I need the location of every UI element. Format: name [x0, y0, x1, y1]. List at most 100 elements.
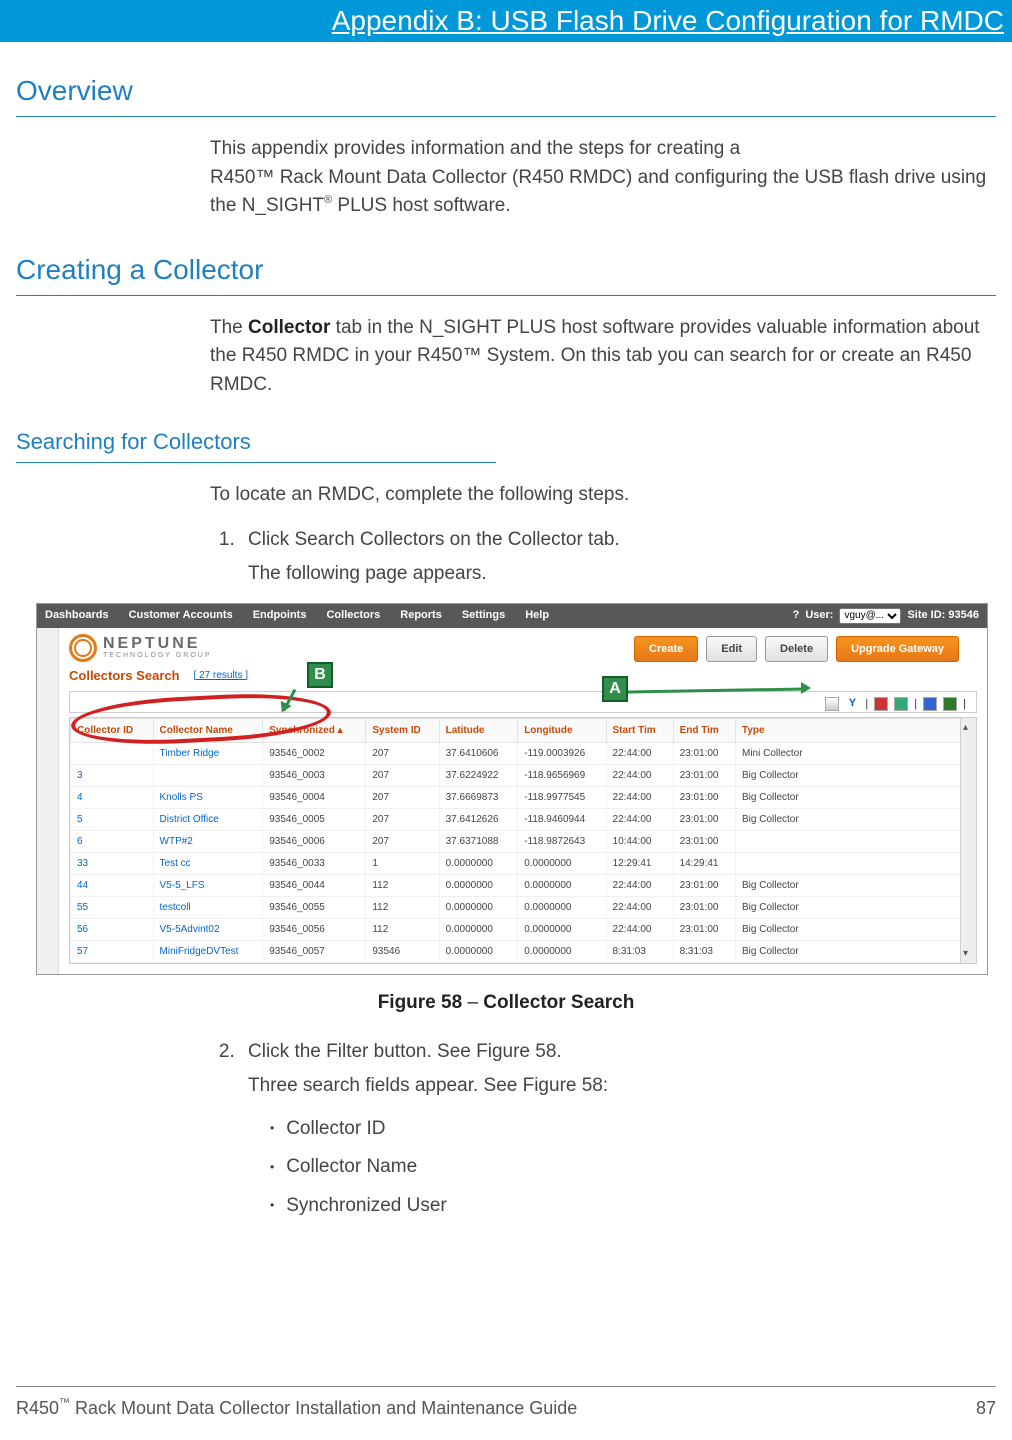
- edit-button[interactable]: Edit: [706, 636, 757, 663]
- footer-tm: ™: [59, 1397, 70, 1409]
- arrow-a-head: [801, 682, 811, 694]
- step-2: Click the Filter button. See Figure 58. …: [240, 1038, 996, 1101]
- step2-a: Click the: [248, 1041, 326, 1062]
- filter-y-icon[interactable]: Y: [845, 697, 859, 711]
- table-cell: 0.0000000: [518, 919, 606, 941]
- figure-title: Collector Search: [483, 992, 634, 1013]
- export-word-icon[interactable]: [923, 697, 937, 711]
- table-cell: 5: [71, 809, 154, 831]
- table-cell: 6: [71, 831, 154, 853]
- table-cell: 0.0000000: [439, 941, 518, 963]
- col-start-time[interactable]: Start Tim: [606, 719, 673, 743]
- table-cell: 10:44:00: [606, 831, 673, 853]
- menu-help[interactable]: Help: [525, 607, 549, 624]
- table-cell: 112: [366, 875, 439, 897]
- step2-c: button. See Figure 58.: [368, 1041, 561, 1062]
- callout-b: B: [307, 662, 333, 688]
- scroll-up-icon[interactable]: ▴: [963, 720, 968, 735]
- col-longitude[interactable]: Longitude: [518, 719, 606, 743]
- logo-icon: [69, 634, 97, 662]
- create-button[interactable]: Create: [634, 636, 698, 663]
- filter-icon[interactable]: [825, 697, 839, 711]
- table-cell: 3: [71, 765, 154, 787]
- search-title: Collectors Search: [69, 666, 180, 686]
- table-row[interactable]: 44V5-5_LFS93546_00441120.00000000.000000…: [71, 875, 976, 897]
- table-cell: 23:01:00: [673, 919, 735, 941]
- table-cell: 8:31:03: [606, 941, 673, 963]
- col-type[interactable]: Type: [736, 719, 976, 743]
- help-icon[interactable]: ?: [793, 607, 800, 624]
- col-collector-name[interactable]: Collector Name: [153, 719, 263, 743]
- step1-sub: The following page appears.: [248, 560, 996, 589]
- table-cell: 112: [366, 919, 439, 941]
- bullet-collector-id: Collector ID: [270, 1115, 1012, 1144]
- table-cell: 93546_0003: [263, 765, 366, 787]
- table-cell: 23:01:00: [673, 831, 735, 853]
- table-row[interactable]: 56V5-5Advint0293546_00561120.00000000.00…: [71, 919, 976, 941]
- table-cell: 1: [366, 853, 439, 875]
- export-icon-1[interactable]: [874, 697, 888, 711]
- table-cell: Timber Ridge: [153, 743, 263, 765]
- step-1: Click Search Collectors on the Collector…: [240, 526, 996, 589]
- toolbar-icons: Y | | |: [825, 696, 966, 713]
- logo-text-small: TECHNOLOGY GROUP: [103, 652, 212, 659]
- menu-reports[interactable]: Reports: [400, 607, 442, 624]
- search-fields-bullets: Collector ID Collector Name Synchronized…: [270, 1115, 1012, 1221]
- table-row[interactable]: 6WTP#293546_000620737.6371088-118.987264…: [71, 831, 976, 853]
- table-cell: 14:29:41: [673, 853, 735, 875]
- table-cell: 207: [366, 831, 439, 853]
- table-row[interactable]: 57MiniFridgeDVTest93546_0057935460.00000…: [71, 941, 976, 963]
- scroll-down-icon[interactable]: ▾: [963, 946, 968, 961]
- table-cell: 4: [71, 787, 154, 809]
- delete-button[interactable]: Delete: [765, 636, 828, 663]
- table-row[interactable]: 4Knolls PS93546_000420737.6669873-118.99…: [71, 787, 976, 809]
- table-cell: Big Collector: [736, 787, 976, 809]
- col-synchronized[interactable]: Synchronized ▴: [263, 719, 366, 743]
- table-row[interactable]: 5District Office93546_000520737.6412626-…: [71, 809, 976, 831]
- col-latitude[interactable]: Latitude: [439, 719, 518, 743]
- collectors-search-label: Collectors Search [ 27 results ]: [69, 666, 977, 686]
- creating-body: The Collector tab in the N_SIGHT PLUS ho…: [210, 314, 996, 400]
- table-cell: 44: [71, 875, 154, 897]
- table-cell: 12:29:41: [606, 853, 673, 875]
- table-cell: 93546: [366, 941, 439, 963]
- menu-customer-accounts[interactable]: Customer Accounts: [129, 607, 233, 624]
- table-row[interactable]: 55testcoll93546_00551120.00000000.000000…: [71, 897, 976, 919]
- menu-endpoints[interactable]: Endpoints: [253, 607, 307, 624]
- table-cell: Test cc: [153, 853, 263, 875]
- main-panel: NEPTUNE TECHNOLOGY GROUP Create Edit Del…: [59, 628, 987, 975]
- table-cell: 55: [71, 897, 154, 919]
- overview-text-1: This appendix provides information and t…: [210, 138, 740, 159]
- table-cell: 0.0000000: [439, 875, 518, 897]
- results-count[interactable]: [ 27 results ]: [194, 668, 248, 683]
- col-end-time[interactable]: End Tim: [673, 719, 735, 743]
- user-select[interactable]: vguy@...: [839, 608, 901, 624]
- table-header-row: Collector ID Collector Name Synchronized…: [71, 719, 976, 743]
- table-cell: 93546_0044: [263, 875, 366, 897]
- table-cell: 23:01:00: [673, 787, 735, 809]
- table-cell: -118.9872643: [518, 831, 606, 853]
- table-row[interactable]: Timber Ridge93546_000220737.6410606-119.…: [71, 743, 976, 765]
- table-cell: 23:01:00: [673, 897, 735, 919]
- table-cell: 56: [71, 919, 154, 941]
- figure-58: Dashboards Customer Accounts Endpoints C…: [36, 603, 988, 976]
- upgrade-gateway-button[interactable]: Upgrade Gateway: [836, 636, 959, 663]
- table-cell: 0.0000000: [518, 941, 606, 963]
- menu-collectors[interactable]: Collectors: [326, 607, 380, 624]
- vertical-scrollbar[interactable]: ▴ ▾: [960, 718, 976, 963]
- creating-text-a: The: [210, 317, 248, 338]
- figure-sep: –: [462, 992, 483, 1013]
- table-cell: [736, 853, 976, 875]
- table-cell: District Office: [153, 809, 263, 831]
- menu-dashboards[interactable]: Dashboards: [45, 607, 109, 624]
- table-row[interactable]: 33Test cc93546_003310.00000000.000000012…: [71, 853, 976, 875]
- export-icon-2[interactable]: [894, 697, 908, 711]
- col-system-id[interactable]: System ID: [366, 719, 439, 743]
- col-collector-id[interactable]: Collector ID: [71, 719, 154, 743]
- menu-settings[interactable]: Settings: [462, 607, 505, 624]
- bullet-collector-name: Collector Name: [270, 1153, 1012, 1182]
- export-excel-icon[interactable]: [943, 697, 957, 711]
- table-row[interactable]: 393546_000320737.6224922-118.965696922:4…: [71, 765, 976, 787]
- user-label: User:: [805, 607, 833, 624]
- step1-c: on the: [444, 529, 507, 550]
